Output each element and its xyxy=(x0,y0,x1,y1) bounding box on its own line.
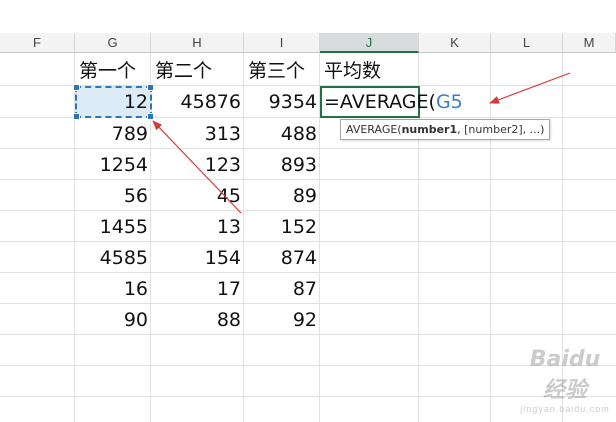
arrow-to-selected-cell-icon xyxy=(152,120,242,214)
watermark-sub-text: jingyan.baidu.com xyxy=(520,404,610,414)
spreadsheet-grid[interactable]: F G H I J K L M 第一个 第二个 第三个 平均数 12 45876… xyxy=(0,0,616,422)
arrow-to-formula-icon xyxy=(489,72,571,104)
watermark-main-text: Baidu经验 xyxy=(529,347,601,403)
baidu-watermark: Baidu经验 jingyan.baidu.com xyxy=(520,347,610,414)
